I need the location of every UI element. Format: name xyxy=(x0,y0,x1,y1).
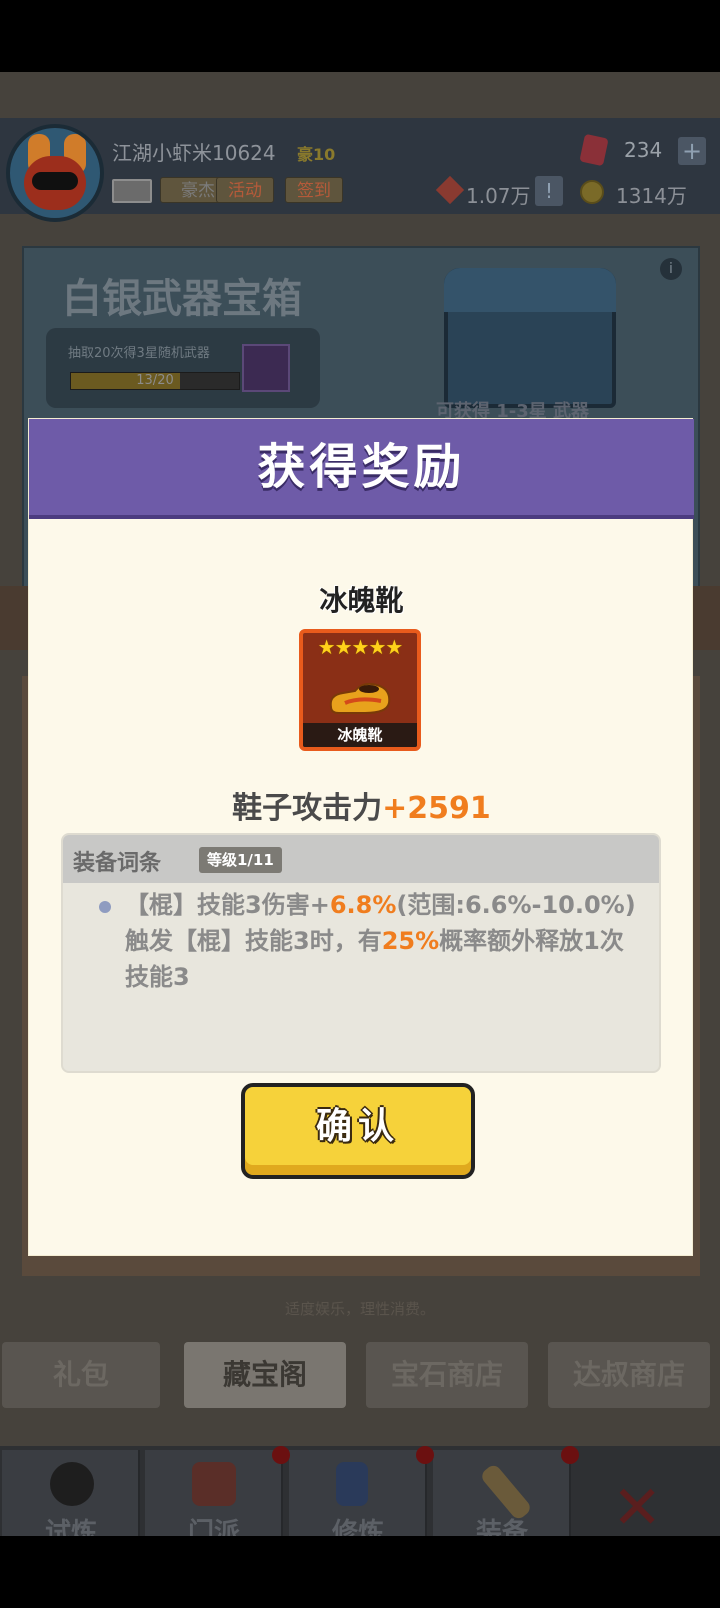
gem-count: 234 xyxy=(624,138,663,162)
bullet-icon xyxy=(99,901,111,913)
confirm-label: 确认 xyxy=(315,1106,400,1147)
chest-title: 白银武器宝箱 xyxy=(62,276,302,322)
temple-icon xyxy=(192,1462,236,1506)
tab-treasure[interactable]: 藏宝阁 xyxy=(184,1342,346,1408)
item-star-rating: ★★★★★ xyxy=(317,635,404,659)
coin-count: 1314万 xyxy=(616,184,687,208)
mail-icon[interactable] xyxy=(112,179,152,203)
attack-value: +2591 xyxy=(382,791,491,826)
affix-chance: 25% xyxy=(381,927,440,955)
power-value: 1.07万 xyxy=(466,184,531,208)
reward-dialog: 获得奖励 冰魄靴 ★★★★★ 冰魄靴 鞋子攻击力+2591 装备词条 等级1/1… xyxy=(28,418,694,1256)
affix-level-badge: 等级1/11 xyxy=(199,847,282,873)
game-screen: 江湖小虾米10624 豪10 豪杰 活动 签到 234 + 1.07万 ! 13… xyxy=(0,0,720,1608)
vip-badge: 豪10 xyxy=(297,145,336,164)
affix-description: 【棍】技能3伤害+6.8%(范围:6.6%-10.0%) 触发【棍】技能3时，有2… xyxy=(125,887,647,995)
weapon-reward-thumb[interactable] xyxy=(242,344,290,392)
affix-title: 装备词条 xyxy=(73,851,162,876)
player-name: 江湖小虾米10624 xyxy=(112,141,276,165)
coin-icon xyxy=(580,180,604,204)
ninja-icon xyxy=(50,1462,94,1506)
checkin-button[interactable]: 签到 xyxy=(285,177,343,203)
affix-range: (范围:6.6%-10.0%) xyxy=(396,891,636,919)
tab-uncle-shop[interactable]: 达叔商店 xyxy=(548,1342,710,1408)
attack-stat: 鞋子攻击力+2591 xyxy=(29,783,694,827)
activity-button[interactable]: 活动 xyxy=(216,177,274,203)
tab-gift[interactable]: 礼包 xyxy=(2,1342,160,1408)
affix-value: 6.8% xyxy=(329,891,397,919)
close-icon[interactable]: ✕ xyxy=(612,1478,662,1538)
notification-dot xyxy=(561,1446,579,1464)
item-card[interactable]: ★★★★★ 冰魄靴 xyxy=(299,629,421,751)
alert-button[interactable]: ! xyxy=(535,176,563,206)
health-slogan: 适度娱乐，理性消费。 xyxy=(284,1300,435,1318)
item-name: 冰魄靴 xyxy=(319,584,404,617)
notification-dot xyxy=(272,1446,290,1464)
tab-gem-shop[interactable]: 宝石商店 xyxy=(366,1342,528,1408)
info-icon[interactable]: i xyxy=(660,258,682,280)
chest-progress-text: 抽取20次得3星随机武器 xyxy=(68,346,210,361)
chest-lid xyxy=(444,268,616,312)
dialog-title: 获得奖励 xyxy=(257,439,466,495)
affix-header: 装备词条 等级1/11 xyxy=(63,835,659,883)
boot-icon xyxy=(329,682,391,714)
dialog-header: 获得奖励 xyxy=(29,419,694,519)
add-gems-button[interactable]: + xyxy=(678,137,706,165)
avatar-mask xyxy=(32,172,78,190)
notification-dot xyxy=(416,1446,434,1464)
affix-trigger-prefix: 触发【棍】技能3时，有 xyxy=(125,927,382,955)
affix-prefix: 【棍】技能3伤害+ xyxy=(125,891,330,919)
chest-progress-value: 13/20 xyxy=(136,373,174,388)
scroll-book-icon xyxy=(336,1462,368,1506)
affix-panel: 装备词条 等级1/11 【棍】技能3伤害+6.8%(范围:6.6%-10.0%)… xyxy=(61,833,661,1073)
attack-label: 鞋子攻击力 xyxy=(232,791,383,826)
player-avatar[interactable] xyxy=(6,124,104,222)
system-nav-area xyxy=(0,1536,720,1608)
item-card-label: 冰魄靴 xyxy=(303,723,417,747)
confirm-button[interactable]: 确认 xyxy=(241,1083,475,1179)
status-bar-area xyxy=(0,0,720,72)
player-header xyxy=(0,118,720,214)
